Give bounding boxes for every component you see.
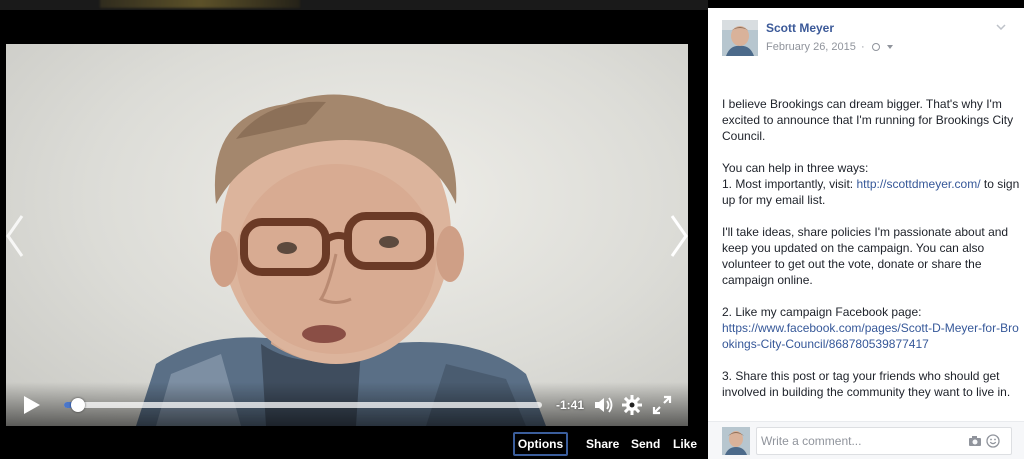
video-theater: -1:41 Options Share Send Like [0,0,708,459]
next-photo-button[interactable] [668,212,692,260]
post-paragraph-1: I believe Brookings can dream bigger. Th… [722,97,1014,143]
post-meta: February 26, 2015 · [766,41,893,53]
volume-icon [595,397,613,413]
caret-down-icon[interactable] [886,45,893,49]
camera-button[interactable] [968,434,982,448]
facebook-page-link[interactable]: https://www.facebook.com/pages/Scott-D-M… [722,321,1019,351]
post-paragraph-2: You can help in three ways: 1. Most impo… [722,160,1022,208]
post-paragraph-2-prefix: 1. Most importantly, visit: [722,177,857,191]
post-text: I believe Brookings can dream bigger. Th… [722,96,1022,416]
options-button[interactable]: Options [513,432,568,456]
photo-theater: -1:41 Options Share Send Like Scott Meye… [0,0,1024,459]
avatar[interactable] [722,427,750,455]
progress-bar[interactable] [64,398,542,412]
previous-photo-button[interactable] [2,212,26,260]
chevron-down-icon[interactable] [996,24,1006,30]
globe-icon[interactable] [871,43,880,51]
post-date[interactable]: February 26, 2015 [766,41,856,53]
meta-separator: · [860,41,865,53]
video-frame [136,94,546,426]
post-paragraph-2-line-1: You can help in three ways: [722,161,869,175]
website-link[interactable]: http://scottdmeyer.com/ [856,177,980,191]
play-button[interactable] [22,394,42,416]
volume-button[interactable] [593,394,615,416]
progress-scrubber[interactable] [71,398,86,412]
camera-icon [969,436,981,446]
profile-picture [722,20,758,56]
fullscreen-button[interactable] [651,394,673,416]
background-page-strip [0,0,708,10]
gear-icon [622,395,642,415]
author-name[interactable]: Scott Meyer [766,21,834,35]
photo-actions-bar: Options Share Send Like [0,430,708,459]
video-player[interactable] [6,44,688,426]
post-paragraph-3: I'll take ideas, share policies I'm pass… [722,225,1009,287]
avatar[interactable] [722,20,758,56]
send-button[interactable]: Send [631,434,660,454]
chevron-right-icon [670,215,688,257]
settings-button[interactable] [621,394,643,416]
post-panel: Scott Meyer February 26, 2015 · I believ… [708,8,1024,459]
post-paragraph-4-line-1: 2. Like my campaign Facebook page: [722,305,922,319]
video-controls: -1:41 [6,382,688,426]
emoji-button[interactable] [986,434,1000,448]
chevron-left-icon [6,215,24,257]
comment-bar [708,421,1024,459]
smiley-icon [986,434,1000,448]
post-paragraph-5: 3. Share this post or tag your friends w… [722,369,1011,399]
share-button[interactable]: Share [586,434,619,454]
play-icon [24,396,40,414]
time-remaining: -1:41 [556,398,585,412]
like-button[interactable]: Like [673,434,697,454]
fullscreen-icon [652,395,672,415]
post-paragraph-4: 2. Like my campaign Facebook page: https… [722,304,1022,352]
commenter-picture [722,427,750,455]
